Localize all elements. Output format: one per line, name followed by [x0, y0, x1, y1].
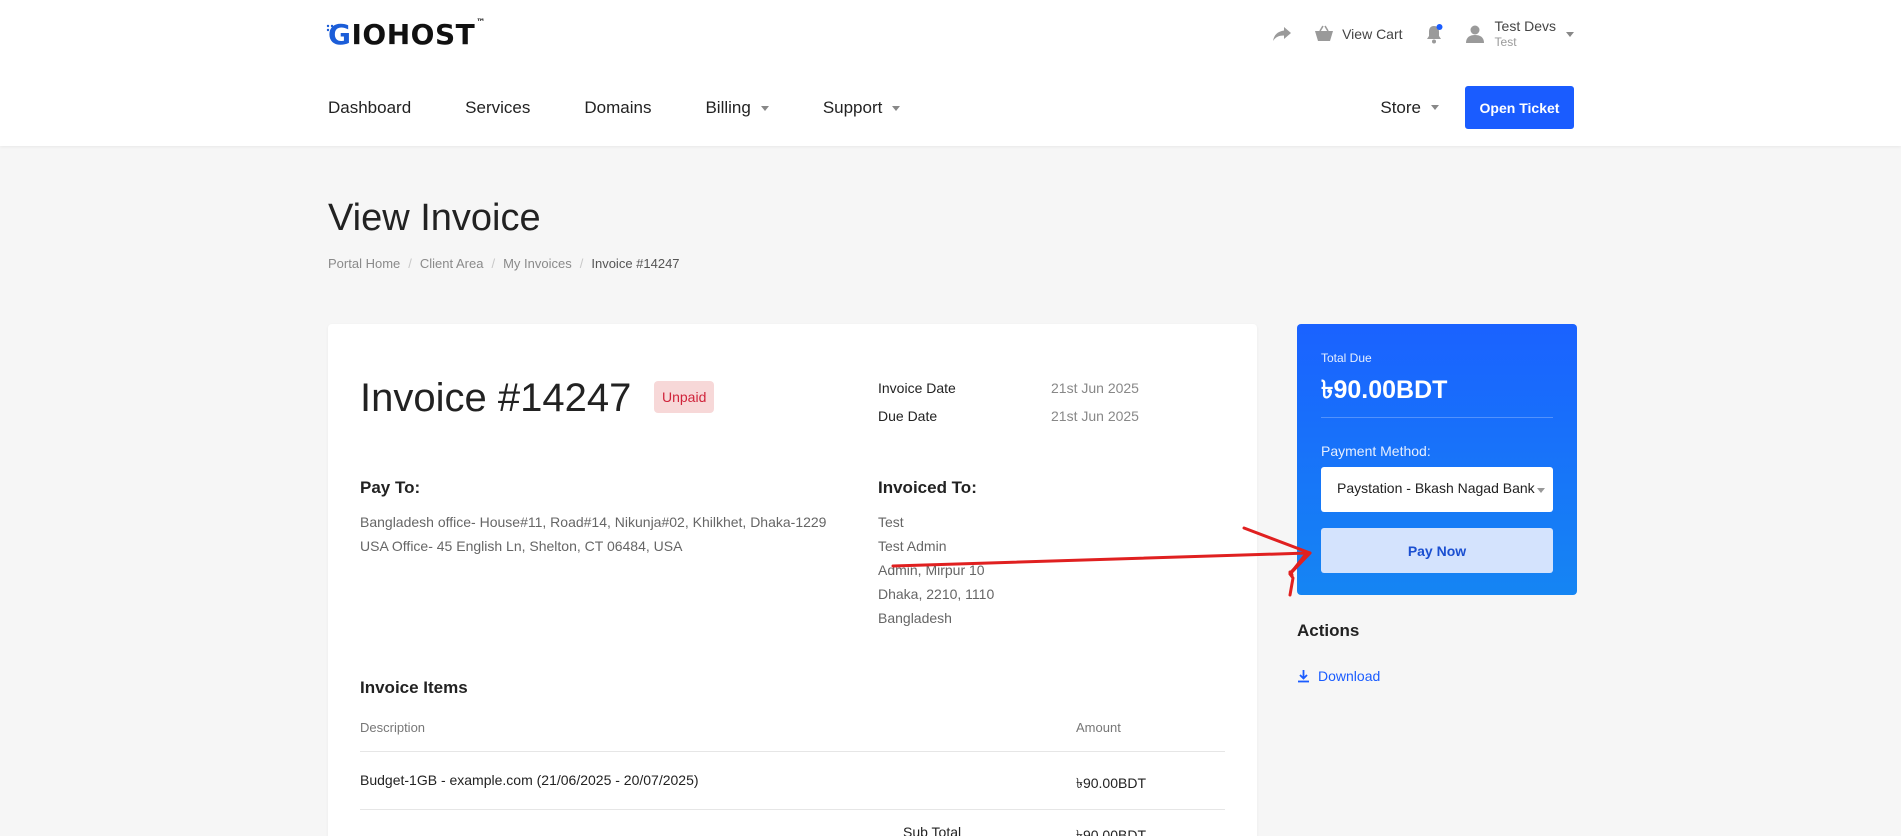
main-nav: Dashboard Services Domains Billing Suppo…: [328, 96, 954, 120]
nav-store[interactable]: Store: [1380, 98, 1439, 118]
notifications-button[interactable]: [1425, 24, 1443, 44]
user-name: Test Devs: [1494, 18, 1556, 34]
share-button[interactable]: [1272, 26, 1292, 42]
breadcrumb-portal-home[interactable]: Portal Home: [328, 256, 400, 271]
chevron-down-icon: [1566, 31, 1574, 37]
download-link[interactable]: Download: [1297, 668, 1380, 684]
chevron-down-icon: [1431, 105, 1439, 110]
chevron-down-icon: [892, 105, 901, 111]
bell-icon: [1426, 24, 1443, 44]
subtotal-value: ৳90.00BDT: [1076, 827, 1147, 836]
breadcrumb-my-invoices[interactable]: My Invoices: [503, 256, 572, 271]
total-due-label: Total Due: [1321, 351, 1372, 365]
breadcrumb-separator: /: [579, 256, 584, 271]
share-icon: [1273, 27, 1292, 41]
page-title: View Invoice: [328, 197, 541, 239]
nav-support[interactable]: Support: [823, 96, 901, 120]
breadcrumb-separator: /: [408, 256, 412, 271]
nav-dashboard[interactable]: Dashboard: [328, 96, 411, 120]
user-menu[interactable]: Test Devs Test: [1465, 18, 1574, 50]
invoice-date-value: 21st Jun 2025: [1051, 380, 1139, 396]
total-due-amount: ৳90.00BDT: [1321, 376, 1448, 404]
nav-right: Store Open Ticket: [1380, 86, 1574, 129]
nav-services[interactable]: Services: [465, 96, 530, 120]
pay-now-button[interactable]: Pay Now: [1321, 528, 1553, 573]
download-label: Download: [1318, 668, 1381, 684]
chevron-down-icon: [1537, 488, 1545, 493]
breadcrumb-separator: /: [491, 256, 496, 271]
logo-first-letter: G: [328, 17, 352, 51]
logo-rest: IOHOST: [351, 17, 476, 51]
breadcrumb-client-area[interactable]: Client Area: [420, 256, 484, 271]
subtotal-label: Sub Total: [903, 824, 962, 836]
invoice-title: Invoice #14247: [360, 376, 632, 420]
brand-logo[interactable]: GIOHOST™: [326, 17, 486, 51]
breadcrumb-current: Invoice #14247: [591, 256, 680, 271]
payment-method-value: Paystation - Bkash Nagad Bank: [1337, 480, 1535, 496]
due-date-label: Due Date: [878, 408, 938, 424]
open-ticket-button[interactable]: Open Ticket: [1465, 86, 1574, 129]
col-amount: Amount: [1076, 720, 1121, 735]
invoice-items-title: Invoice Items: [360, 678, 468, 697]
nav-domains[interactable]: Domains: [584, 96, 651, 120]
divider: [1321, 417, 1553, 418]
site-header: GIOHOST™ View Cart Test Devs Test Dashbo…: [0, 0, 1901, 146]
top-actions: View Cart Test Devs Test: [1272, 18, 1574, 50]
cart-icon: [1315, 25, 1334, 41]
view-cart-link[interactable]: View Cart: [1314, 25, 1403, 43]
actions-title: Actions: [1297, 621, 1360, 640]
pay-to-address: Bangladesh office- House#11, Road#14, Ni…: [360, 514, 827, 554]
user-subtitle: Test: [1494, 35, 1517, 49]
invoiced-to-title: Invoiced To:: [878, 478, 977, 497]
user-icon: [1465, 25, 1484, 43]
invoiced-to-address: Test Test Admin Admin, Mirpur 10 Dhaka, …: [878, 514, 995, 626]
nav-billing[interactable]: Billing: [705, 96, 769, 120]
status-badge: Unpaid: [654, 381, 715, 413]
item-description: Budget-1GB - example.com (21/06/2025 - 2…: [360, 772, 699, 788]
table-row: Budget-1GB - example.com (21/06/2025 - 2…: [360, 752, 1225, 810]
invoice-date-label: Invoice Date: [878, 380, 956, 396]
items-table-header: Description Amount: [360, 720, 1225, 752]
chevron-down-icon: [760, 105, 769, 111]
logo-dots-icon: [326, 24, 334, 32]
breadcrumb: Portal Home / Client Area / My Invoices …: [328, 256, 680, 271]
invoice-card: Invoice #14247 Unpaid Invoice Date 21st J…: [328, 324, 1257, 836]
pay-to-title: Pay To:: [360, 478, 421, 497]
payment-method-select[interactable]: Paystation - Bkash Nagad Bank: [1321, 467, 1553, 512]
logo-tm: ™: [476, 17, 486, 28]
due-date-value: 21st Jun 2025: [1051, 408, 1139, 424]
item-amount: ৳90.00BDT: [1076, 775, 1147, 791]
payment-method-label: Payment Method:: [1321, 443, 1431, 459]
col-description: Description: [360, 720, 426, 735]
total-due-card: Total Due ৳90.00BDT Payment Method: Pays…: [1297, 324, 1577, 595]
invoice-dates: Invoice Date 21st Jun 2025 Due Date 21st J…: [878, 374, 1139, 430]
view-cart-label: View Cart: [1342, 26, 1403, 42]
download-icon: [1298, 670, 1309, 683]
